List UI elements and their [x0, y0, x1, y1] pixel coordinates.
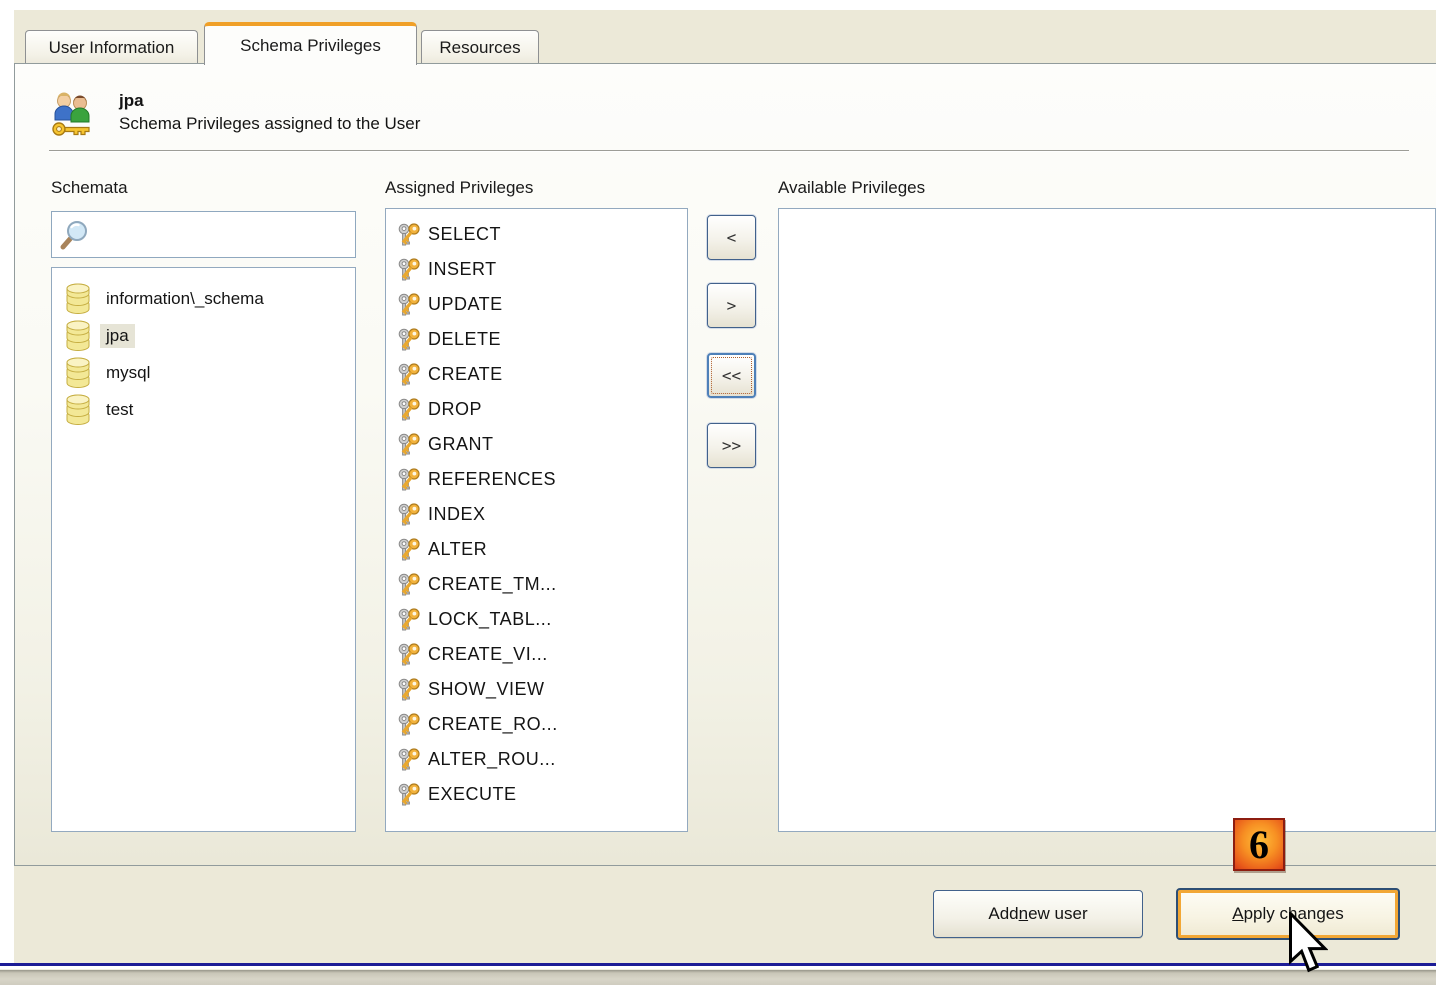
- privilege-item[interactable]: INDEX: [386, 497, 687, 532]
- magnifier-icon: [52, 219, 91, 251]
- key-icon: [396, 607, 422, 633]
- assigned-privileges-label: Assigned Privileges: [385, 178, 533, 198]
- key-icon: [396, 292, 422, 318]
- schema-name: test: [100, 398, 139, 422]
- users-with-key-icon: [51, 90, 93, 138]
- move-all-left-button[interactable]: <<: [707, 353, 756, 398]
- privilege-item[interactable]: DROP: [386, 392, 687, 427]
- assigned-privileges-listbox[interactable]: SELECT INSERT UPDATE DELETE CREATE DROP …: [385, 208, 688, 832]
- tab-user-information-label: User Information: [49, 38, 175, 58]
- database-icon: [64, 357, 92, 389]
- privilege-item[interactable]: CREATE_TM...: [386, 567, 687, 602]
- window-bottom-bar: [0, 969, 1436, 985]
- privilege-item[interactable]: SHOW_VIEW: [386, 672, 687, 707]
- tab-user-information[interactable]: User Information: [25, 30, 198, 64]
- privilege-item[interactable]: DELETE: [386, 322, 687, 357]
- move-left-button[interactable]: <: [707, 215, 756, 260]
- database-icon: [64, 320, 92, 352]
- header-separator: [49, 150, 1409, 152]
- key-icon: [396, 502, 422, 528]
- schema-search-input[interactable]: [91, 212, 355, 257]
- database-icon: [64, 394, 92, 426]
- step-number-badge: 6: [1233, 818, 1285, 871]
- tab-resources-label: Resources: [439, 38, 520, 58]
- key-icon: [396, 397, 422, 423]
- window-bottom-line: [0, 963, 1436, 966]
- key-icon: [396, 432, 422, 458]
- privilege-item[interactable]: GRANT: [386, 427, 687, 462]
- schema-name: mysql: [100, 361, 156, 385]
- schema-item-test[interactable]: test: [52, 391, 355, 428]
- key-icon: [396, 782, 422, 808]
- key-icon: [396, 327, 422, 353]
- page-title-username: jpa: [119, 91, 144, 111]
- schemata-label: Schemata: [51, 178, 128, 198]
- key-icon: [396, 642, 422, 668]
- privilege-item[interactable]: REFERENCES: [386, 462, 687, 497]
- schema-search-box[interactable]: [51, 211, 356, 258]
- mouse-cursor-icon: [1286, 912, 1328, 975]
- privilege-item[interactable]: CREATE: [386, 357, 687, 392]
- privilege-item[interactable]: UPDATE: [386, 287, 687, 322]
- key-icon: [396, 677, 422, 703]
- schema-item-mysql[interactable]: mysql: [52, 354, 355, 391]
- available-privileges-label: Available Privileges: [778, 178, 925, 198]
- privilege-item[interactable]: ALTER_ROU...: [386, 742, 687, 777]
- database-icon: [64, 283, 92, 315]
- schemata-listbox[interactable]: information\_schema jpa: [51, 267, 356, 832]
- key-icon: [396, 537, 422, 563]
- schema-item-jpa[interactable]: jpa: [52, 317, 355, 354]
- schema-privileges-panel: jpa Schema Privileges assigned to the Us…: [14, 63, 1436, 866]
- tab-schema-privileges-label: Schema Privileges: [240, 36, 381, 56]
- privilege-item[interactable]: EXECUTE: [386, 777, 687, 812]
- tab-schema-privileges[interactable]: Schema Privileges: [204, 22, 417, 65]
- key-icon: [396, 712, 422, 738]
- available-privileges-listbox[interactable]: [778, 208, 1436, 832]
- move-all-right-button[interactable]: >>: [707, 423, 756, 468]
- schema-name: jpa: [100, 324, 135, 348]
- privilege-item[interactable]: CREATE_RO...: [386, 707, 687, 742]
- schema-item-information-schema[interactable]: information\_schema: [52, 280, 355, 317]
- key-icon: [396, 747, 422, 773]
- key-icon: [396, 467, 422, 493]
- key-icon: [396, 572, 422, 598]
- key-icon: [396, 362, 422, 388]
- key-icon: [396, 222, 422, 248]
- privilege-item[interactable]: ALTER: [386, 532, 687, 567]
- privilege-item[interactable]: LOCK_TABL...: [386, 602, 687, 637]
- page-subtitle: Schema Privileges assigned to the User: [119, 114, 420, 134]
- add-new-user-button[interactable]: Add new user: [933, 890, 1143, 938]
- move-right-button[interactable]: >: [707, 283, 756, 328]
- privilege-item[interactable]: SELECT: [386, 217, 687, 252]
- key-icon: [396, 257, 422, 283]
- schema-name: information\_schema: [100, 287, 270, 311]
- privilege-item[interactable]: INSERT: [386, 252, 687, 287]
- tab-resources[interactable]: Resources: [421, 30, 539, 64]
- privilege-item[interactable]: CREATE_VI...: [386, 637, 687, 672]
